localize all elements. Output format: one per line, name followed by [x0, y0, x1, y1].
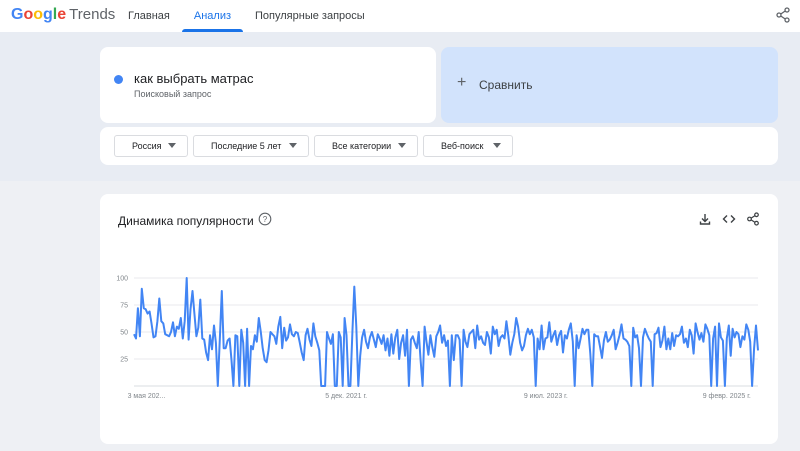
y-tick-label: 75: [120, 303, 128, 310]
main-nav: Главная Анализ Популярные запросы: [116, 0, 377, 32]
dropdown-arrow-icon: [398, 143, 406, 148]
chart-title: Динамика популярности: [118, 214, 254, 228]
filter-time-label: Последние 5 лет: [211, 141, 282, 151]
search-term-card[interactable]: как выбрать матрас Поисковый запрос: [100, 47, 436, 123]
x-tick-label: 9 февр. 2025 г.: [703, 393, 751, 400]
top-bar: Google Trends Главная Анализ Популярные з…: [0, 0, 800, 32]
filter-time-range[interactable]: Последние 5 лет: [193, 135, 309, 157]
dropdown-arrow-icon: [493, 143, 501, 148]
help-icon[interactable]: ?: [258, 212, 272, 226]
y-tick-label: 50: [120, 330, 128, 337]
compare-button[interactable]: + Сравнить: [441, 47, 778, 123]
logo-trends: Trends: [69, 6, 116, 23]
interest-line-chart[interactable]: 100 75 50 25 3 мая 202... 5 дек. 2021 г. 9 июл…: [100, 264, 778, 404]
plus-icon: +: [457, 74, 467, 91]
search-term-type: Поисковый запрос: [134, 89, 212, 99]
share-icon[interactable]: [746, 212, 760, 226]
term-color-dot: [114, 75, 123, 84]
share-icon[interactable]: [775, 7, 791, 23]
filter-category-label: Все категории: [332, 141, 392, 151]
filter-region-label: Россия: [132, 141, 162, 151]
logo-google: Google: [11, 6, 67, 23]
filter-region[interactable]: Россия: [114, 135, 188, 157]
x-tick-label: 9 июл. 2023 г.: [524, 393, 568, 400]
compare-label: Сравнить: [479, 78, 533, 92]
search-term[interactable]: как выбрать матрас: [134, 71, 254, 86]
nav-home[interactable]: Главная: [116, 0, 182, 32]
svg-text:?: ?: [263, 215, 268, 224]
y-tick-label: 100: [116, 276, 128, 283]
dropdown-arrow-icon: [168, 143, 176, 148]
dropdown-arrow-icon: [289, 143, 297, 148]
y-tick-label: 25: [120, 357, 128, 364]
nav-trending[interactable]: Популярные запросы: [243, 0, 377, 32]
filter-bar: Россия Последние 5 лет Все категории Веб…: [100, 127, 778, 165]
embed-icon[interactable]: [722, 212, 736, 226]
x-tick-label: 3 мая 202...: [128, 393, 166, 400]
download-icon[interactable]: [698, 212, 712, 226]
google-trends-logo[interactable]: Google Trends: [11, 6, 115, 24]
filter-category[interactable]: Все категории: [314, 135, 418, 157]
filter-search-type-label: Веб-поиск: [441, 141, 484, 151]
nav-explore[interactable]: Анализ: [181, 0, 244, 32]
x-tick-label: 5 дек. 2021 г.: [325, 393, 367, 400]
interest-over-time-card: Динамика популярности ? 100 75 50 25 3 мая 2…: [100, 194, 778, 444]
filter-search-type[interactable]: Веб-поиск: [423, 135, 513, 157]
